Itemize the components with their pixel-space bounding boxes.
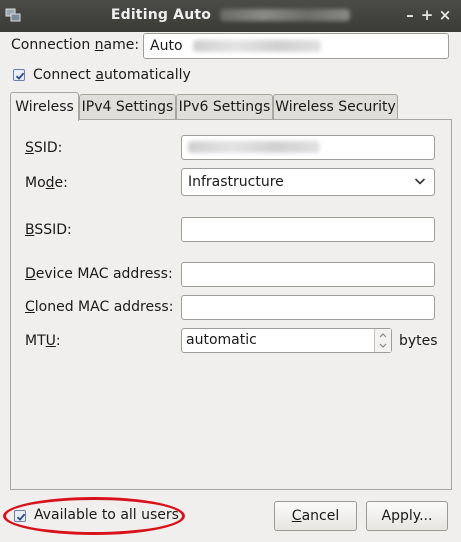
connection-name-value: Auto bbox=[150, 38, 183, 54]
window-title-text: Editing Auto bbox=[110, 7, 212, 23]
mode-value: Infrastructure bbox=[188, 174, 284, 190]
connection-name-label: Connection name: bbox=[11, 37, 140, 53]
tab-wireless[interactable]: Wireless bbox=[10, 92, 79, 121]
redacted-name-region bbox=[192, 40, 321, 52]
device-mac-field[interactable] bbox=[181, 262, 435, 287]
redacted-ssid-region bbox=[188, 141, 320, 153]
window-title: Editing Auto bbox=[0, 7, 461, 23]
ssid-label: SSID: bbox=[25, 140, 63, 156]
device-mac-label: Device MAC address: bbox=[25, 266, 173, 282]
title-bar: Editing Auto – + × bbox=[0, 0, 461, 32]
connect-automatically-checkbox[interactable] bbox=[13, 69, 25, 81]
ssid-field[interactable] bbox=[181, 135, 435, 160]
redacted-title-region bbox=[220, 9, 351, 21]
bssid-label: BSSID: bbox=[25, 222, 72, 238]
cancel-button[interactable]: Cancel bbox=[274, 501, 357, 531]
mtu-stepper[interactable] bbox=[374, 329, 391, 352]
checkmark-icon bbox=[16, 513, 26, 521]
mtu-spin-field[interactable]: automatic bbox=[181, 328, 392, 353]
bssid-field[interactable] bbox=[181, 217, 435, 242]
tab-ipv6-settings[interactable]: IPv6 Settings bbox=[176, 94, 273, 120]
tab-ipv4-settings[interactable]: IPv4 Settings bbox=[79, 94, 176, 120]
mtu-unit-label: bytes bbox=[399, 333, 438, 349]
minimize-button[interactable]: – bbox=[402, 6, 418, 24]
cloned-mac-label: Cloned MAC address: bbox=[25, 299, 174, 315]
tab-wireless-security[interactable]: Wireless Security bbox=[273, 94, 398, 120]
cloned-mac-field[interactable] bbox=[181, 295, 435, 320]
close-button[interactable]: × bbox=[437, 6, 453, 24]
checkmark-icon bbox=[15, 72, 25, 80]
available-all-users-checkbox[interactable] bbox=[14, 510, 26, 522]
available-all-users-label[interactable]: Available to all users bbox=[34, 507, 179, 523]
connect-automatically-label[interactable]: Connect automatically bbox=[33, 67, 191, 83]
connection-name-field[interactable]: Auto bbox=[143, 33, 449, 59]
mtu-value: automatic bbox=[186, 332, 257, 348]
maximize-button[interactable]: + bbox=[419, 6, 435, 24]
mode-select[interactable]: Infrastructure bbox=[181, 168, 435, 196]
mtu-label: MTU: bbox=[25, 333, 61, 349]
mode-label: Mode: bbox=[25, 175, 68, 191]
apply-button[interactable]: Apply... bbox=[366, 501, 448, 531]
stepper-arrows-icon bbox=[379, 333, 387, 348]
chevron-down-icon bbox=[414, 169, 426, 204]
